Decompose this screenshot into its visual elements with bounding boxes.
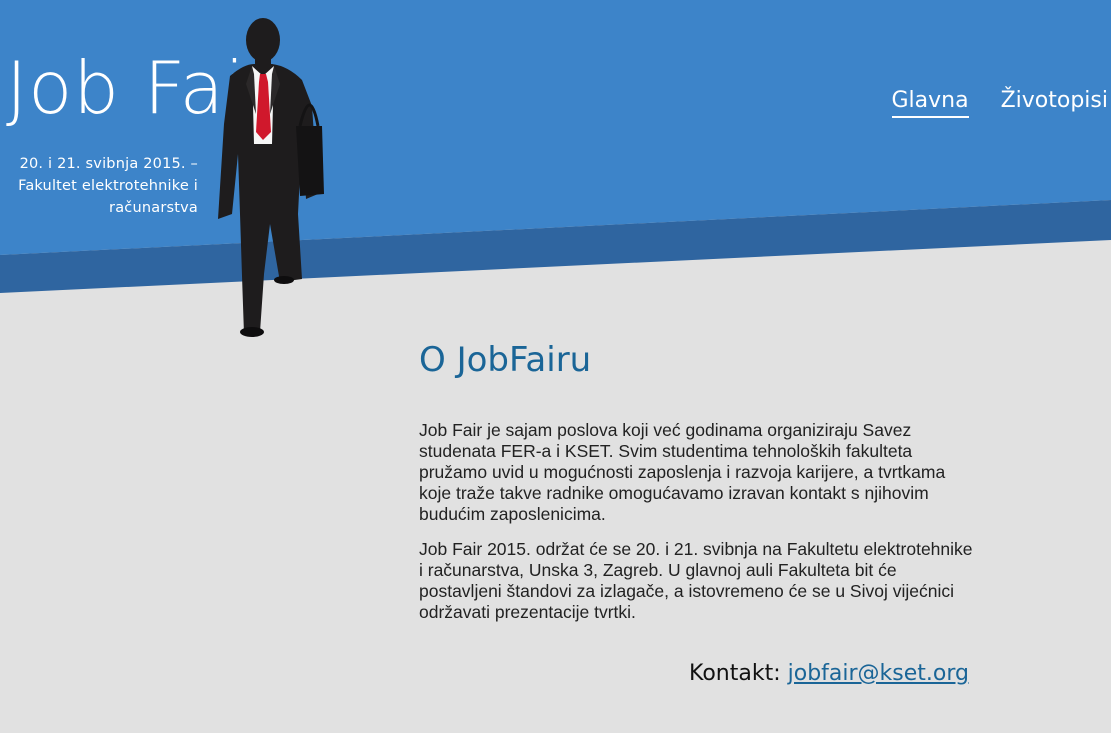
contact-label: Kontakt: [689,661,781,686]
logo-subtitle: 20. i 21. svibnja 2015. – Fakultet elekt… [0,153,198,219]
logo-subtitle-venue-2: računarstva [109,200,198,216]
logo-subtitle-venue-1: Fakultet elektrotehnike i [18,178,198,194]
businessman-silhouette-icon [218,18,324,337]
header-banner [0,0,1111,293]
event-paragraph: Job Fair 2015. održat će se 20. i 21. sv… [419,539,973,622]
main-nav: Glavna Životopisi [891,88,1108,118]
intro-paragraph: Job Fair je sajam poslova koji već godin… [419,420,946,524]
logo-subtitle-date: 20. i 21. svibnja 2015. – [19,156,198,172]
page: Job Fair 20. i 21. svibnja 2015. – Fakul… [0,0,1111,733]
main-content: O JobFairu Job Fair je sajam poslova koj… [419,340,979,637]
page-title: O JobFairu [419,340,592,380]
nav-item-glavna[interactable]: Glavna [891,88,969,118]
nav-item-zivotopisi[interactable]: Životopisi [1001,88,1108,118]
contact-line: Kontakt: jobfair@kset.org [689,661,969,686]
contact-email-link[interactable]: jobfair@kset.org [788,661,969,686]
